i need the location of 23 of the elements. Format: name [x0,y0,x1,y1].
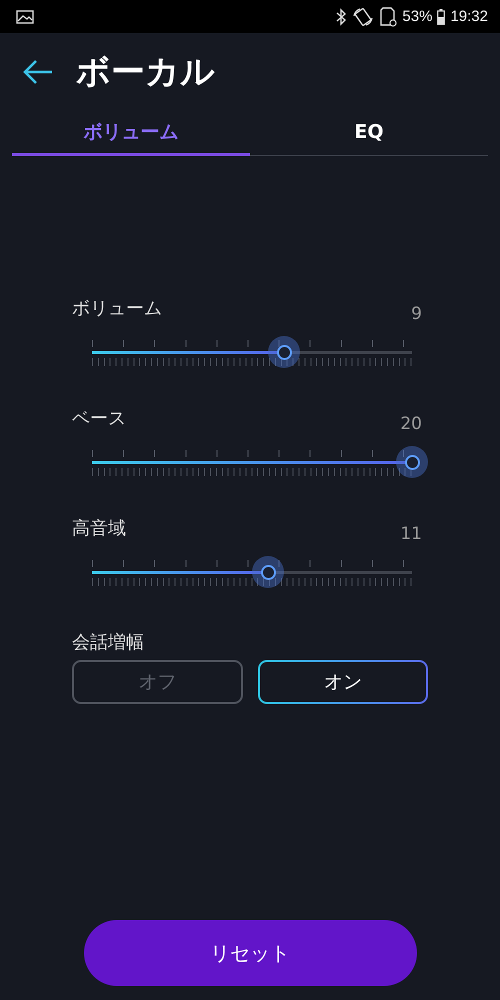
tab[interactable]: EQ [250,111,488,156]
clock: 19:32 [450,8,488,25]
page-title: ボーカル [76,51,215,94]
slider-thumb[interactable] [396,446,428,478]
reset-button[interactable]: リセット [84,920,416,986]
battery-icon [437,8,446,24]
toggle-option[interactable]: オン [258,660,428,704]
section-label: 会話増幅 [72,632,144,653]
slider-thumb[interactable] [268,336,300,368]
slider-value: 20 [400,414,422,434]
slider-label: ベース [72,407,126,430]
gallery-icon [16,10,34,24]
slider-thumb[interactable] [252,556,284,588]
slider-value: 9 [411,304,422,324]
slider-label: ボリューム [72,297,162,320]
battery-percent: 53% [402,8,432,25]
slider-value: 11 [400,524,422,544]
sd-card-icon [379,6,398,26]
back-button[interactable] [22,59,54,85]
slider-label: 高音域 [72,517,126,540]
bluetooth-icon [335,8,348,26]
tab[interactable]: ボリューム [12,111,250,156]
rotate-icon [352,6,374,26]
